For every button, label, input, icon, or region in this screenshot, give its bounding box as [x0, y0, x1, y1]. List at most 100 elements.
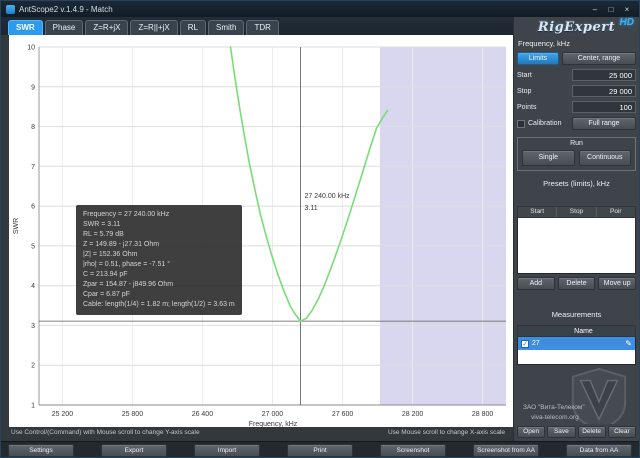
hint-bar: Use Control/(Command) with Mouse scroll …	[1, 427, 513, 441]
start-input[interactable]	[572, 69, 636, 81]
tab-tdr[interactable]: TDR	[246, 20, 278, 35]
tooltip-line: Cpar = 6.87 pF	[83, 290, 235, 300]
tab-z-r-jx[interactable]: Z=R||+jX	[130, 20, 177, 35]
svg-text:SWR: SWR	[13, 218, 20, 234]
save-button[interactable]: Save	[547, 426, 575, 438]
antscope-window: AntScope2 v.1.4.9 - Match – □ × SWRPhase…	[0, 0, 640, 458]
toolbar-settings-button[interactable]: Settings	[8, 444, 74, 457]
tooltip-line: |Z| = 152.36 Ohm	[83, 250, 235, 260]
calibration-checkbox[interactable]	[517, 120, 525, 128]
main-area: SWRPhaseZ=R+jXZ=R||+jXRLSmithTDR 1234567…	[1, 17, 639, 441]
tooltip-line: Cable: length(1/4) = 1.82 m; length(1/2)…	[83, 300, 235, 310]
toolbar-import-button[interactable]: Import	[194, 444, 260, 457]
full-range-button[interactable]: Full range	[572, 117, 636, 130]
calibration-label: Calibration	[528, 120, 561, 127]
measurement-checkbox[interactable]: ✓	[521, 340, 529, 348]
svg-text:2: 2	[31, 363, 35, 370]
svg-text:27 600: 27 600	[332, 411, 354, 418]
toolbar-export-button[interactable]: Export	[101, 444, 167, 457]
stop-row: Stop	[517, 85, 636, 97]
tooltip-line: SWR = 3.11	[83, 220, 235, 230]
window-title: AntScope2 v.1.4.9 - Match	[19, 5, 113, 14]
toolbar-data-from-aa-button[interactable]: Data from AA	[566, 444, 632, 457]
close-button[interactable]: ×	[620, 4, 634, 15]
continuous-button[interactable]: Continuous	[579, 150, 632, 166]
toolbar-print-button[interactable]: Print	[287, 444, 353, 457]
svg-text:27 000: 27 000	[262, 411, 284, 418]
measurements-name-column: Name	[532, 328, 635, 335]
svg-text:6: 6	[31, 204, 35, 211]
svg-text:Frequency, kHz: Frequency, kHz	[249, 421, 298, 427]
svg-text:5: 5	[31, 243, 35, 250]
center-range-button[interactable]: Center, range	[562, 52, 636, 65]
presets-column-poir: Poir	[596, 207, 635, 217]
svg-text:26 400: 26 400	[192, 411, 214, 418]
titlebar: AntScope2 v.1.4.9 - Match – □ ×	[1, 1, 639, 17]
clear-button[interactable]: Clear	[608, 426, 636, 438]
measurements-list[interactable]: ✓27✎	[517, 337, 636, 365]
presets-column-start: Start	[518, 207, 556, 217]
measurement-row[interactable]: ✓27✎	[518, 337, 635, 350]
svg-text:28 200: 28 200	[402, 411, 424, 418]
svg-text:28 800: 28 800	[472, 411, 494, 418]
maximize-button[interactable]: □	[604, 4, 618, 15]
stop-input[interactable]	[572, 85, 636, 97]
open-button[interactable]: Open	[517, 426, 545, 438]
presets-column-header: StartStopPoir	[517, 206, 636, 218]
tab-phase[interactable]: Phase	[45, 20, 84, 35]
hint-y-axis: Use Control/(Command) with Mouse scroll …	[11, 429, 200, 441]
frequency-header: Frequency, kHz	[518, 39, 635, 48]
hint-x-axis: Use Mouse scroll to change X-axis scale	[388, 429, 505, 441]
tab-rl[interactable]: RL	[180, 20, 206, 35]
svg-text:3.11: 3.11	[305, 205, 318, 212]
move-up-button[interactable]: Move up	[598, 277, 636, 290]
tab-smith[interactable]: Smith	[208, 20, 244, 35]
watermark-company: ЗАО "Вита-Телеком"	[523, 404, 585, 411]
single-button[interactable]: Single	[522, 150, 575, 166]
points-input[interactable]	[572, 101, 636, 113]
svg-text:9: 9	[31, 84, 35, 91]
hd-badge: HD	[620, 17, 634, 28]
run-label: Run	[522, 140, 631, 147]
measurements-header: Measurements	[518, 310, 635, 319]
points-label: Points	[517, 104, 536, 111]
run-group: Run Single Continuous	[517, 137, 636, 171]
svg-text:1: 1	[31, 403, 35, 410]
tooltip-line: RL = 5.79 dB	[83, 230, 235, 240]
measurement-name: 27	[532, 340, 622, 347]
add-button[interactable]: Add	[517, 277, 555, 290]
edit-pencil-icon[interactable]: ✎	[625, 339, 632, 348]
svg-text:27 240.00 kHz: 27 240.00 kHz	[305, 193, 351, 200]
points-row: Points	[517, 101, 636, 113]
stop-label: Stop	[517, 88, 531, 95]
tab-bar: SWRPhaseZ=R+jXZ=R||+jXRLSmithTDR	[1, 17, 513, 35]
calibration-row: Calibration Full range	[517, 117, 636, 130]
delete-button[interactable]: Delete	[558, 277, 596, 290]
start-row: Start	[517, 69, 636, 81]
start-label: Start	[517, 72, 532, 79]
bottom-toolbar: Settings Export Import Print Screenshot Scree…	[1, 441, 639, 458]
presets-header: Presets (limits), kHz	[518, 179, 635, 188]
watermark-site: viva-telecom.org	[531, 414, 579, 421]
tooltip-line: |rho| = 0.51, phase = -7.51 °	[83, 260, 235, 270]
svg-text:7: 7	[31, 164, 35, 171]
delete-measurement-button[interactable]: Delete	[578, 426, 606, 438]
mode-row: Limits Center, range	[517, 52, 636, 65]
limits-button[interactable]: Limits	[517, 52, 559, 65]
chart-pane: SWRPhaseZ=R+jXZ=R||+jXRLSmithTDR 1234567…	[1, 17, 513, 441]
measurements-file-buttons: Open Save Delete Clear	[517, 426, 636, 438]
toolbar-screenshot-button[interactable]: Screenshot	[380, 444, 446, 457]
toolbar-screenshot-from-aa-button[interactable]: Screenshot from AA	[473, 444, 539, 457]
svg-text:4: 4	[31, 283, 35, 290]
svg-text:8: 8	[31, 124, 35, 131]
tab-swr[interactable]: SWR	[8, 20, 43, 35]
sidebar: HD RigExpert Frequency, kHz Limits Cente…	[513, 17, 639, 441]
presets-list[interactable]	[517, 218, 636, 274]
svg-text:3: 3	[31, 323, 35, 330]
svg-text:25 200: 25 200	[52, 411, 74, 418]
tab-z-r-jx[interactable]: Z=R+jX	[85, 20, 128, 35]
cursor-tooltip: Frequency = 27 240.00 kHzSWR = 3.11RL = …	[76, 205, 242, 315]
minimize-button[interactable]: –	[588, 4, 602, 15]
window-controls: – □ ×	[588, 4, 634, 15]
watermark-area: ЗАО "Вита-Телеком" viva-telecom.org	[517, 365, 636, 424]
